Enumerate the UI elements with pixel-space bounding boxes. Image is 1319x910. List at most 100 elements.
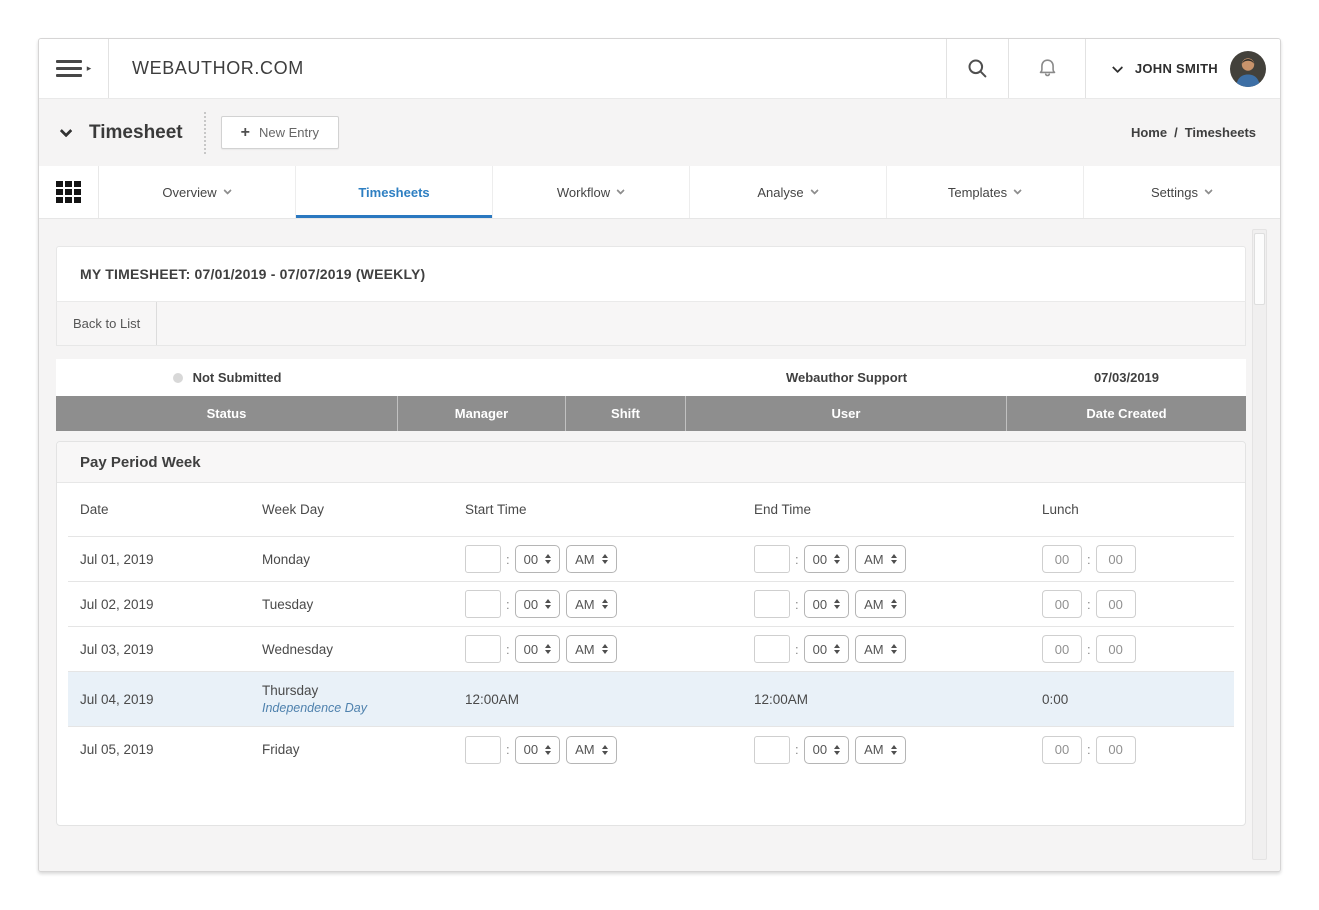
start-time-control: :00AM	[465, 545, 623, 573]
header-end-time: End Time	[754, 502, 1042, 517]
end-meridiem-select[interactable]: AM	[855, 590, 906, 618]
lunch-hours-input[interactable]	[1042, 590, 1082, 618]
row-date: Jul 03, 2019	[80, 642, 262, 657]
timesheet-row: Jul 04, 2019ThursdayIndependence Day12:0…	[68, 672, 1234, 727]
end-meridiem-select[interactable]: AM	[855, 635, 906, 663]
stepper-arrows-icon	[545, 554, 551, 564]
lunch-hours-input[interactable]	[1042, 635, 1082, 663]
tab-label: Templates	[948, 185, 1007, 200]
collapse-chevron-icon[interactable]	[60, 125, 73, 138]
end-hour-input[interactable]	[754, 590, 790, 618]
meta-header-user: User	[686, 396, 1007, 431]
hamburger-menu-button[interactable]: ▸	[39, 39, 109, 98]
lunch-minutes-input[interactable]	[1096, 736, 1136, 764]
row-weekday: Tuesday	[262, 597, 465, 612]
lunch-hours-input[interactable]	[1042, 545, 1082, 573]
holiday-note: Independence Day	[262, 701, 465, 715]
start-minute-select[interactable]: 00	[515, 545, 560, 573]
start-time-control: :00AM	[465, 736, 623, 764]
end-minute-select[interactable]: 00	[804, 545, 849, 573]
start-minute-select[interactable]: 00	[515, 590, 560, 618]
start-minute-select[interactable]: 00	[515, 635, 560, 663]
stepper-arrows-icon	[891, 644, 897, 654]
start-hour-input[interactable]	[465, 635, 501, 663]
end-minute-select[interactable]: 00	[804, 736, 849, 764]
end-hour-input[interactable]	[754, 545, 790, 573]
colon-separator: :	[795, 742, 799, 757]
end-hour-input[interactable]	[754, 635, 790, 663]
tab-analyse[interactable]: Analyse	[690, 166, 887, 218]
nav-tabs: Overview Timesheets WorkflowAnalyse Templat…	[99, 166, 1280, 218]
weekday-label: Thursday	[262, 683, 465, 698]
tab-timesheets[interactable]: Timesheets	[296, 166, 493, 218]
topbar-spacer	[304, 39, 946, 98]
tab-settings[interactable]: Settings	[1084, 166, 1280, 218]
search-button[interactable]	[946, 39, 1008, 98]
scrollbar-thumb[interactable]	[1254, 233, 1265, 305]
pay-period-table: Date Week Day Start Time End Time Lunch …	[57, 483, 1245, 825]
tab-workflow[interactable]: Workflow	[493, 166, 690, 218]
row-lunch: :	[1042, 736, 1222, 764]
start-minute-select[interactable]: 00	[515, 736, 560, 764]
row-end-time: 12:00AM	[754, 692, 1042, 707]
lunch-hours-input[interactable]	[1042, 736, 1082, 764]
row-start-time: 12:00AM	[465, 692, 754, 707]
meridiem-value: AM	[575, 552, 595, 567]
vertical-scrollbar[interactable]	[1252, 229, 1267, 860]
header-date: Date	[80, 502, 262, 517]
grid-icon	[56, 181, 81, 203]
stepper-arrows-icon	[891, 745, 897, 755]
lunch-minutes-input[interactable]	[1096, 635, 1136, 663]
start-hour-input[interactable]	[465, 590, 501, 618]
chevron-down-icon	[1112, 61, 1123, 72]
stepper-arrows-icon	[545, 644, 551, 654]
start-hour-input[interactable]	[465, 545, 501, 573]
row-end-time: :00AM	[754, 635, 1042, 663]
tab-overview[interactable]: Overview	[99, 166, 296, 218]
stepper-arrows-icon	[545, 745, 551, 755]
lunch-minutes-input[interactable]	[1096, 545, 1136, 573]
lunch-control: :	[1042, 736, 1136, 764]
colon-separator: :	[1087, 597, 1091, 612]
minute-value: 00	[524, 552, 538, 567]
end-meridiem-select[interactable]: AM	[855, 545, 906, 573]
apps-grid-button[interactable]	[39, 166, 99, 218]
colon-separator: :	[506, 597, 510, 612]
meta-date-created-value: 07/03/2019	[1007, 359, 1246, 396]
minute-value: 00	[524, 597, 538, 612]
row-date: Jul 01, 2019	[80, 552, 262, 567]
stepper-arrows-icon	[545, 599, 551, 609]
end-minute-select[interactable]: 00	[804, 635, 849, 663]
start-hour-input[interactable]	[465, 736, 501, 764]
user-menu[interactable]: JOHN SMITH	[1085, 39, 1280, 98]
new-entry-label: New Entry	[259, 125, 319, 140]
meridiem-value: AM	[864, 742, 884, 757]
header-lunch: Lunch	[1042, 502, 1222, 517]
breadcrumb-home-link[interactable]: Home	[1131, 125, 1167, 140]
start-meridiem-select[interactable]: AM	[566, 545, 617, 573]
notifications-button[interactable]	[1008, 39, 1085, 98]
toolbar: Back to List	[56, 301, 1246, 346]
row-date: Jul 05, 2019	[80, 742, 262, 757]
lunch-control: :	[1042, 590, 1136, 618]
tab-templates[interactable]: Templates	[887, 166, 1084, 218]
start-meridiem-select[interactable]: AM	[566, 635, 617, 663]
end-hour-input[interactable]	[754, 736, 790, 764]
end-time-control: :00 AM	[754, 736, 912, 764]
start-meridiem-select[interactable]: AM	[566, 736, 617, 764]
module-nav: Overview Timesheets WorkflowAnalyse Templat…	[39, 166, 1280, 219]
end-meridiem-select[interactable]: AM	[855, 736, 906, 764]
colon-separator: :	[795, 552, 799, 567]
status-text: Not Submitted	[193, 370, 282, 385]
tab-label: Timesheets	[358, 185, 429, 200]
start-meridiem-select[interactable]: AM	[566, 590, 617, 618]
back-to-list-button[interactable]: Back to List	[57, 302, 157, 345]
brand-logo-text: WEBAUTHOR.COM	[109, 58, 304, 79]
new-entry-button[interactable]: + New Entry	[221, 116, 339, 149]
timesheet-title: MY TIMESHEET: 07/01/2019 - 07/07/2019 (W…	[56, 246, 1246, 301]
avatar	[1230, 51, 1266, 87]
row-weekday: Monday	[262, 552, 465, 567]
pay-period-panel: Pay Period Week Date Week Day Start Time…	[56, 441, 1246, 826]
end-minute-select[interactable]: 00	[804, 590, 849, 618]
lunch-minutes-input[interactable]	[1096, 590, 1136, 618]
